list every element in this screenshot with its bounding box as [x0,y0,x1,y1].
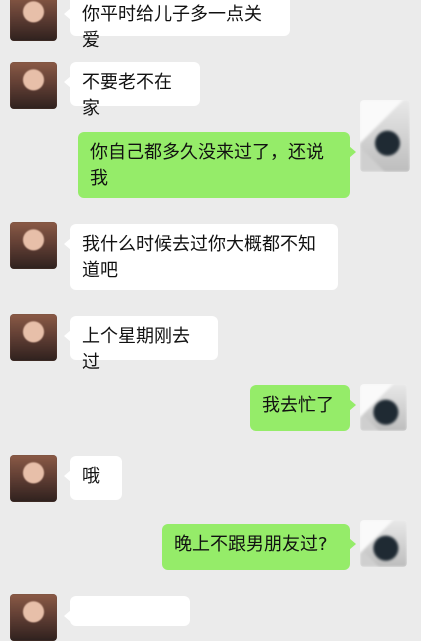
incoming-message-bubble[interactable] [64,596,190,626]
avatar-image [360,384,407,431]
contact-avatar[interactable] [10,62,57,109]
avatar-image [10,222,57,269]
incoming-message-bubble[interactable]: 你平时给儿子多一点关爱 [64,0,290,51]
outgoing-message-bubble[interactable]: 你自己都多久没来过了，还说我 [78,132,356,198]
avatar-image [10,314,57,361]
incoming-message-bubble[interactable]: 我什么时候去过你大概都不知道吧 [64,224,338,290]
contact-avatar[interactable] [10,594,57,641]
incoming-message-bubble[interactable]: 上个星期刚去过 [64,316,218,373]
outgoing-message-bubble[interactable]: 我去忙了 [250,385,356,431]
avatar-image [10,455,57,502]
avatar-image [360,520,407,567]
user-avatar[interactable] [360,384,407,431]
incoming-message-bubble[interactable]: 哦 [64,456,122,500]
incoming-message-bubble[interactable]: 不要老不在家 [64,62,200,119]
avatar-image [10,62,57,109]
user-avatar[interactable] [360,100,410,172]
outgoing-message-bubble[interactable]: 晚上不跟男朋友过? [162,524,356,570]
avatar-image [10,0,57,41]
avatar-image [10,594,57,641]
avatar-image [360,100,410,172]
user-avatar[interactable] [360,520,407,567]
contact-avatar[interactable] [10,455,57,502]
contact-avatar[interactable] [10,222,57,269]
contact-avatar[interactable] [10,0,57,41]
contact-avatar[interactable] [10,314,57,361]
